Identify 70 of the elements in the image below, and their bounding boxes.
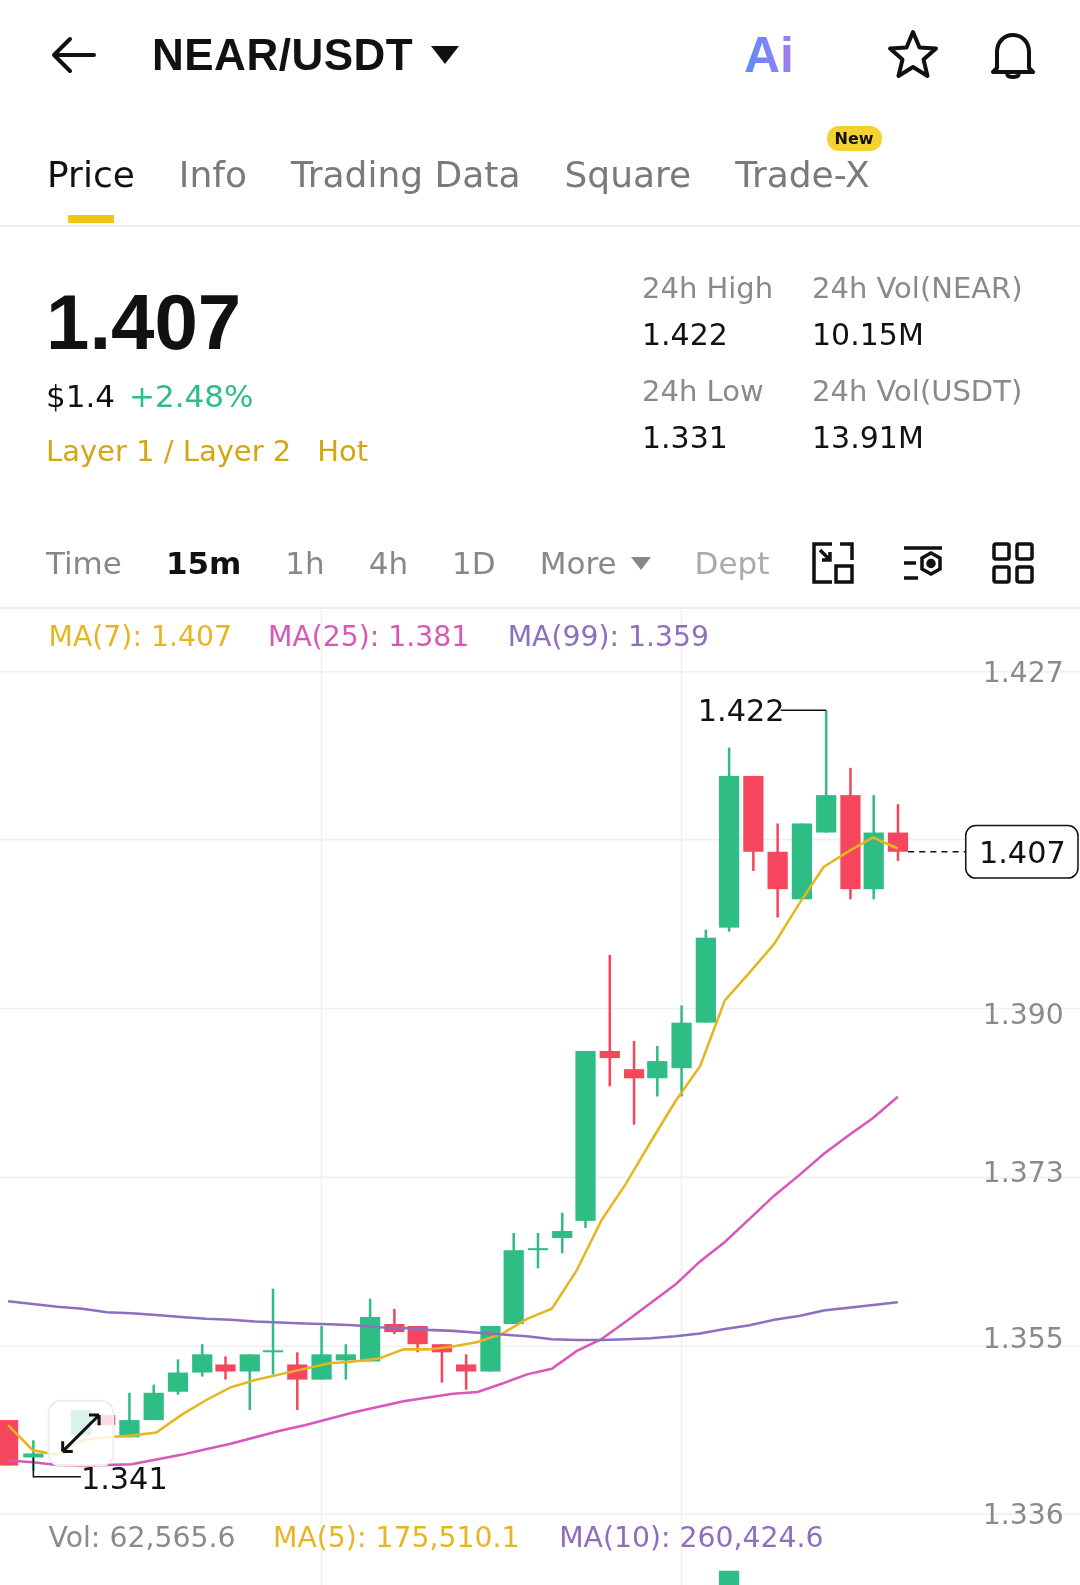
leader-line (779, 709, 827, 711)
stat-value: 10.15M (812, 317, 925, 352)
interval-tab[interactable]: 4h (368, 545, 409, 581)
candle (119, 1392, 140, 1438)
candle (527, 1233, 549, 1269)
candle (311, 1326, 332, 1380)
back-arrow-icon[interactable] (50, 35, 98, 75)
tab[interactable]: Square (564, 110, 692, 223)
candle (431, 1344, 452, 1383)
candle (23, 1440, 44, 1471)
tab[interactable]: Info (178, 110, 247, 223)
grid-icon[interactable] (990, 540, 1036, 586)
leader-line (32, 1456, 82, 1478)
category-tag[interactable]: Hot (317, 434, 369, 468)
stat-label: 24h Vol(NEAR) (812, 271, 1024, 305)
price-change: +2.48% (129, 378, 254, 414)
candle (887, 804, 909, 861)
candle (407, 1326, 428, 1353)
stat-label: 24h High (642, 271, 775, 305)
high-marker: 1.422 (697, 693, 785, 729)
candle (215, 1356, 236, 1380)
volume-bar (719, 1570, 740, 1585)
candle (360, 1298, 381, 1362)
candle (384, 1308, 405, 1335)
stat-value: 1.422 (642, 317, 729, 352)
stat-label: 24h Low (642, 374, 765, 408)
category-tag[interactable]: Layer 1 / Layer 2 (46, 434, 292, 468)
ma-legend: MA(99): 1.359 (507, 620, 710, 654)
fullscreen-button[interactable] (47, 1399, 115, 1467)
usd-price: $1.4 (46, 378, 116, 414)
candle (552, 1212, 573, 1254)
interval-tab[interactable]: 1h (285, 545, 325, 581)
ma-legend: MA(7): 1.407 (48, 620, 232, 654)
volume-legend: MA(5): 175,510.1 (273, 1521, 520, 1555)
candle (287, 1352, 308, 1410)
caret-icon[interactable] (431, 46, 460, 64)
candle (0, 1420, 19, 1466)
axis-tick-label: 1.355 (982, 1322, 1064, 1356)
candle (167, 1359, 189, 1395)
last-price-tag: 1.407 (964, 824, 1079, 879)
pair-title[interactable]: NEAR/USDT (152, 30, 414, 80)
last-price: 1.407 (46, 277, 243, 368)
interval-tab[interactable]: 15m (165, 545, 242, 581)
interval-tab[interactable]: Dept (694, 545, 770, 581)
axis-tick-label: 1.390 (982, 998, 1064, 1032)
low-marker: 1.341 (80, 1460, 168, 1496)
ma-legend: MA(25): 1.381 (268, 620, 470, 654)
new-badge: New (826, 126, 882, 151)
picture-in-picture-icon[interactable] (810, 540, 856, 586)
candle (239, 1354, 260, 1410)
tab[interactable]: Price (47, 110, 135, 223)
candle (335, 1344, 356, 1380)
candle (143, 1384, 164, 1421)
candle (647, 1045, 668, 1097)
last-price-line (907, 851, 967, 853)
candle (456, 1354, 477, 1390)
tab[interactable]: Trading Data (290, 110, 521, 223)
axis-tick-label: 1.336 (982, 1498, 1064, 1532)
volume-legend: MA(10): 260,424.6 (559, 1521, 824, 1555)
candle (192, 1344, 213, 1377)
interval-tab[interactable]: Time (46, 545, 122, 581)
stat-value: 1.331 (642, 420, 729, 455)
stat-value: 13.91M (812, 420, 925, 455)
interval-tab[interactable]: More (539, 545, 651, 581)
stat-label: 24h Vol(USDT) (812, 374, 1024, 408)
interval-tab[interactable]: 1D (452, 545, 496, 581)
volume-legend: Vol: 62,565.6 (48, 1521, 236, 1555)
axis-tick-label: 1.373 (982, 1155, 1064, 1189)
axis-tick-label: 1.427 (982, 655, 1064, 689)
candle (480, 1326, 501, 1372)
